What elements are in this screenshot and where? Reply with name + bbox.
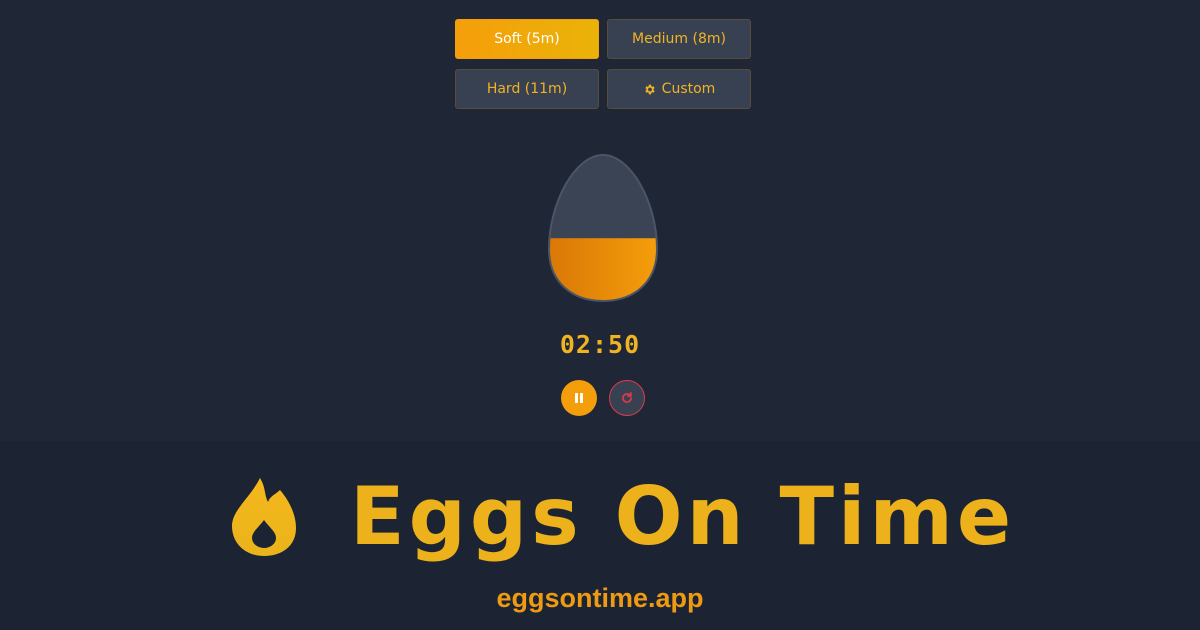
brand-name: Eggs On Time [350, 470, 1016, 563]
pause-icon [575, 393, 583, 403]
brand: Eggs On Time [230, 462, 1015, 572]
timer-app: Soft (5m) Medium (8m) Hard (11m) Custom [0, 0, 1200, 441]
preset-custom-button[interactable]: Custom [607, 69, 751, 109]
preset-buttons: Soft (5m) Medium (8m) Hard (11m) Custom [455, 19, 751, 109]
preset-soft-button[interactable]: Soft (5m) [455, 19, 599, 59]
preset-custom-label: Custom [661, 81, 716, 97]
timer-display: 02:50 [559, 330, 641, 359]
pause-button[interactable] [561, 380, 597, 416]
preset-soft-label: Soft (5m) [494, 31, 560, 47]
flame-icon [232, 478, 296, 556]
preset-medium-button[interactable]: Medium (8m) [607, 19, 751, 59]
gear-icon [645, 84, 655, 94]
egg-progress [547, 153, 659, 303]
preset-hard-label: Hard (11m) [486, 81, 568, 97]
preset-hard-button[interactable]: Hard (11m) [455, 69, 599, 109]
domain-url: eggsontime.app [496, 583, 704, 613]
preset-medium-label: Medium (8m) [632, 31, 726, 47]
egg-fill [549, 238, 657, 301]
timer-controls [561, 380, 645, 416]
reset-button[interactable] [609, 380, 645, 416]
reset-icon [622, 392, 632, 403]
